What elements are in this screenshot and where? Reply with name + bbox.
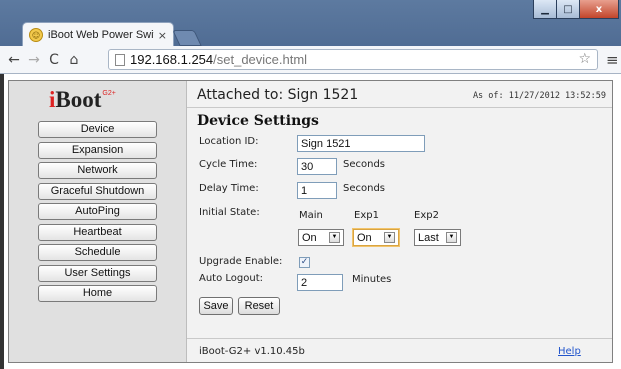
as-of-timestamp: As of: 11/27/2012 13:52:59 [472,91,606,101]
upgrade-enable-label: Upgrade Enable: [199,256,283,267]
upgrade-enable-checkbox[interactable]: ✓ [299,257,310,268]
help-link[interactable]: Help [558,346,581,357]
delay-time-unit: Seconds [343,183,386,194]
logo-boot: Boot [55,87,102,112]
sidebar-item-device[interactable]: Device [38,121,157,138]
browser-tab[interactable]: ☺ iBoot Web Power Switch × [22,22,174,47]
location-id-field[interactable]: Sign 1521 [297,135,425,152]
menu-icon[interactable]: ≡ [606,51,619,69]
attached-to-title: Attached to: Sign 1521 [197,87,359,103]
page-title: Device Settings [197,113,319,129]
page-frame: i Boot G2+ Device Expansion Network Grac… [8,80,613,363]
delay-time-label: Delay Time: [199,183,259,194]
reset-button[interactable]: Reset [238,297,280,315]
exp2-column-header: Exp2 [414,210,439,221]
left-edge [0,74,4,369]
main-panel: Attached to: Sign 1521 As of: 11/27/2012… [187,81,612,362]
exp1-initial-state-select[interactable]: On ▼ [353,229,399,246]
exp2-select-value: Last [418,231,439,244]
sidebar-item-home[interactable]: Home [38,285,157,302]
exp2-initial-state-select[interactable]: Last ▼ [414,229,461,246]
home-icon[interactable]: ⌂ [64,50,84,70]
new-tab-button[interactable] [172,30,202,46]
delay-time-field[interactable]: 1 [297,182,337,199]
main-select-value: On [302,231,317,244]
auto-logout-unit: Minutes [352,274,392,285]
minimize-button[interactable]: ▁ [533,0,557,19]
version-text: iBoot-G2+ v1.10.45b [199,346,305,357]
exp1-column-header: Exp1 [354,210,379,221]
sidebar-item-autoping[interactable]: AutoPing [38,203,157,220]
main-column-header: Main [299,210,323,221]
cycle-time-label: Cycle Time: [199,159,258,170]
forward-icon[interactable]: → [24,50,44,70]
location-id-label: Location ID: [199,136,259,147]
address-bar[interactable]: 192.168.1.254 /set_device.html ☆ [108,49,598,70]
page-viewport: i Boot G2+ Device Expansion Network Grac… [0,74,621,369]
sidebar-item-graceful-shutdown[interactable]: Graceful Shutdown [38,182,157,200]
browser-toolbar: ← → C ⌂ 192.168.1.254 /set_device.html ☆… [0,46,621,74]
reload-icon[interactable]: C [44,50,64,70]
sidebar-item-network[interactable]: Network [38,162,157,179]
main-initial-state-select[interactable]: On ▼ [298,229,344,246]
star-icon[interactable]: ☆ [578,51,591,67]
header-divider [187,107,612,108]
logo-superscript: G2+ [102,90,116,97]
auto-logout-field[interactable]: 2 [297,274,343,291]
cycle-time-field[interactable]: 30 [297,158,337,175]
page-icon [115,53,125,66]
window-controls: ▁ □ x [533,0,619,19]
sidebar-item-user-settings[interactable]: User Settings [38,264,157,282]
back-icon[interactable]: ← [4,50,24,70]
auto-logout-label: Auto Logout: [199,273,264,284]
tab-close-icon[interactable]: × [158,29,167,42]
chevron-down-icon: ▼ [329,232,340,243]
save-button[interactable]: Save [199,297,233,315]
exp1-select-value: On [357,231,372,244]
sidebar-item-schedule[interactable]: Schedule [38,244,157,261]
favicon-icon: ☺ [29,28,43,42]
initial-state-label: Initial State: [199,207,260,218]
close-window-button[interactable]: x [579,0,619,19]
footer-divider [187,338,612,339]
cycle-time-unit: Seconds [343,159,386,170]
sidebar-item-expansion[interactable]: Expansion [38,141,157,159]
chevron-down-icon: ▼ [384,232,395,243]
iboot-logo: i Boot G2+ [49,87,116,113]
url-host: 192.168.1.254 [130,52,214,67]
sidebar-nav: Device Expansion Network Graceful Shutdo… [38,121,157,306]
chevron-down-icon: ▼ [446,232,457,243]
sidebar: i Boot G2+ Device Expansion Network Grac… [9,81,187,362]
url-path: /set_device.html [213,52,308,67]
tab-title: iBoot Web Power Switch [48,29,154,41]
sidebar-item-heartbeat[interactable]: Heartbeat [38,223,157,241]
maximize-button[interactable]: □ [556,0,580,19]
browser-chrome: ▁ □ x ☺ iBoot Web Power Switch × ← → C ⌂… [0,0,621,74]
